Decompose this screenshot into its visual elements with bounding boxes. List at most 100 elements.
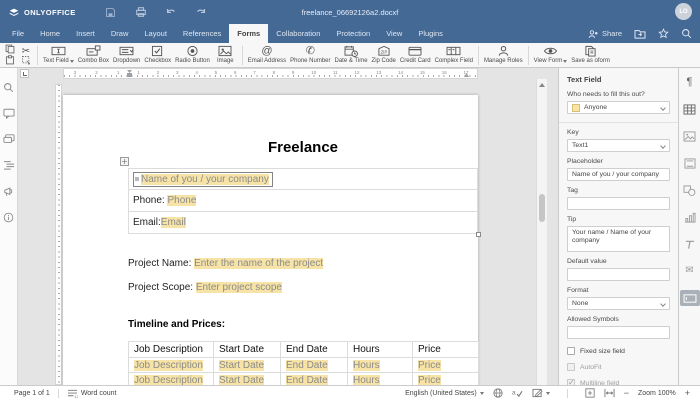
chart-settings-button[interactable] (680, 209, 700, 225)
tab-forms[interactable]: Forms (229, 24, 268, 43)
name-form-field[interactable]: Name of you / your company (133, 172, 273, 187)
save-button[interactable] (104, 5, 118, 19)
paste-button[interactable] (5, 52, 15, 70)
project-scope-form-field[interactable]: Enter project scope (196, 282, 282, 293)
job-description-field[interactable]: Job Description (134, 360, 203, 371)
vertical-scrollbar[interactable] (536, 79, 547, 385)
text-field-button[interactable]: Text Field (41, 44, 76, 67)
checkbox-button[interactable]: Checkbox (142, 44, 173, 67)
language-selector[interactable]: English (United States) (405, 390, 484, 397)
default-value-input[interactable] (567, 268, 670, 281)
image-settings-button[interactable] (680, 128, 700, 144)
combo-box-button[interactable]: Combo Box (76, 44, 111, 67)
mail-merge-settings-button[interactable]: ✉ (680, 263, 700, 279)
tab-plugins[interactable]: Plugins (410, 24, 451, 43)
fit-page-button[interactable] (585, 388, 595, 398)
header-cell: Hours (348, 342, 413, 358)
end-date-field[interactable]: End Date (286, 375, 328, 386)
tag-label: Tag (567, 187, 670, 194)
zoom-out-button[interactable]: − (624, 389, 629, 398)
key-dropdown[interactable]: Text1 (567, 139, 670, 152)
tab-protection[interactable]: Protection (328, 24, 378, 43)
tip-input[interactable]: Your name / Name of your company (567, 226, 670, 252)
search-button[interactable] (681, 28, 692, 39)
phone-number-button[interactable]: ✆ Phone Number (288, 44, 332, 67)
tab-file[interactable]: File (4, 24, 32, 43)
set-document-language-button[interactable] (493, 388, 503, 398)
shape-settings-button[interactable] (680, 182, 700, 198)
tab-references[interactable]: References (175, 24, 229, 43)
tag-input[interactable] (567, 197, 670, 210)
table-resize-handle[interactable] (476, 232, 481, 237)
spell-checking-button[interactable]: a (512, 388, 523, 398)
scrollbar-thumb[interactable] (539, 194, 545, 222)
navigation-button[interactable] (2, 158, 16, 172)
manage-roles-button[interactable]: Manage Roles (482, 44, 525, 67)
table-settings-button[interactable] (680, 101, 700, 117)
dropdown-button[interactable]: Dropdown (111, 44, 142, 67)
end-date-field[interactable]: End Date (286, 360, 328, 371)
tab-collaboration[interactable]: Collaboration (268, 24, 328, 43)
price-field[interactable]: Price (418, 360, 441, 371)
radio-button-button[interactable]: Radio Button (173, 44, 212, 67)
chat-button[interactable] (2, 132, 16, 146)
job-description-field[interactable]: Job Description (134, 375, 203, 386)
undo-button[interactable] (164, 5, 178, 19)
credit-card-button[interactable]: Credit Card (398, 44, 433, 67)
role-dropdown[interactable]: Anyone (567, 101, 670, 114)
image-button[interactable]: Image (212, 44, 239, 67)
date-time-button[interactable]: Date & Time (333, 44, 370, 67)
share-button[interactable]: Share (588, 29, 622, 39)
project-name-form-field[interactable]: Enter the name of the project (194, 258, 323, 269)
start-date-field[interactable]: Start Date (219, 360, 264, 371)
format-dropdown[interactable]: None (567, 297, 670, 310)
about-button[interactable] (2, 210, 16, 224)
allowed-symbols-input[interactable] (567, 326, 670, 339)
autofit-checkbox[interactable] (567, 363, 575, 371)
form-settings-button[interactable] (680, 290, 700, 306)
header-footer-settings-button[interactable] (680, 155, 700, 171)
hours-field[interactable]: Hours (353, 360, 380, 371)
complex-field-button[interactable]: Complex Field (433, 44, 475, 67)
text-art-settings-button[interactable] (680, 236, 700, 252)
table-move-handle[interactable] (120, 157, 129, 166)
zip-code-button[interactable]: ZIP Zip Code (370, 44, 398, 67)
phone-form-field[interactable]: Phone (167, 195, 196, 206)
scroll-up-button[interactable] (537, 79, 547, 90)
email-form-field[interactable]: Email (161, 217, 186, 228)
price-field[interactable]: Price (418, 375, 441, 386)
redo-button[interactable] (194, 5, 208, 19)
open-file-location-button[interactable] (634, 29, 646, 39)
shape-icon (683, 185, 696, 196)
find-button[interactable] (2, 80, 16, 94)
fit-width-button[interactable] (604, 388, 615, 398)
avatar[interactable]: LO (675, 3, 692, 20)
feedback-button[interactable] (2, 184, 16, 198)
placeholder-input[interactable]: Name of you / your company (567, 168, 670, 181)
track-changes-button[interactable] (532, 388, 550, 398)
select-all-button[interactable] (21, 52, 31, 70)
page-indicator[interactable]: Page 1 of 1 (14, 390, 50, 397)
tab-stop-selector[interactable] (20, 69, 29, 78)
field-drag-handle[interactable] (135, 177, 139, 181)
email-address-button[interactable]: @ Email Address (246, 44, 288, 67)
zoom-in-button[interactable]: + (685, 389, 690, 398)
tab-insert[interactable]: Insert (68, 24, 103, 43)
left-indent-marker[interactable] (127, 73, 132, 77)
tab-view[interactable]: View (378, 24, 410, 43)
tab-layout[interactable]: Layout (136, 24, 175, 43)
favorite-button[interactable] (658, 28, 669, 39)
print-button[interactable] (134, 5, 148, 19)
fixed-size-checkbox[interactable] (567, 347, 575, 355)
hours-field[interactable]: Hours (353, 375, 380, 386)
view-form-button[interactable]: View Form (532, 44, 570, 67)
paragraph-settings-button[interactable]: ¶ (680, 74, 700, 90)
word-count-button[interactable]: 123 Word count (67, 389, 117, 398)
save-as-oform-button[interactable]: Save as oform (569, 44, 612, 67)
tab-draw[interactable]: Draw (103, 24, 137, 43)
document-page[interactable]: Freelance Name of you / your company Pho… (63, 95, 478, 385)
start-date-field[interactable]: Start Date (219, 375, 264, 386)
tab-home[interactable]: Home (32, 24, 68, 43)
caret-down-icon (546, 392, 550, 395)
comments-button[interactable] (2, 106, 16, 120)
